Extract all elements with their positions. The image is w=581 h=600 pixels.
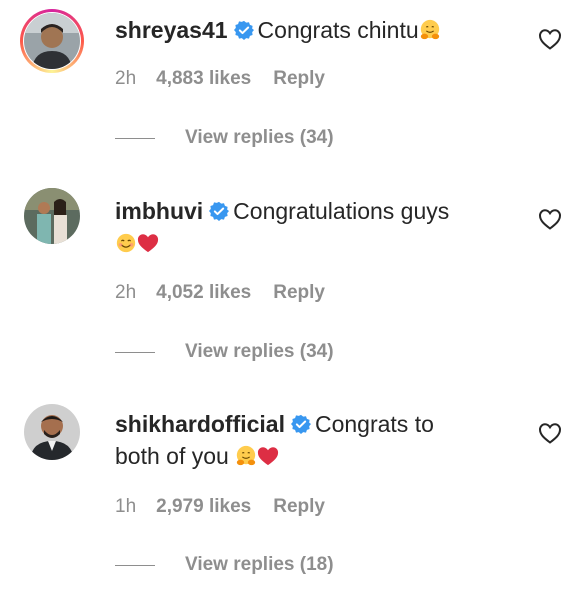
reply-button[interactable]: Reply xyxy=(273,282,325,303)
avatar[interactable] xyxy=(24,404,80,460)
verified-badge-icon xyxy=(290,414,311,434)
like-heart-icon[interactable] xyxy=(538,28,562,50)
red-heart-emoji-icon xyxy=(137,234,159,253)
comment-time: 1h xyxy=(115,496,137,517)
comment-username[interactable]: imbhuvi xyxy=(115,198,203,224)
comment-username[interactable]: shikhardofficial xyxy=(115,411,285,437)
verified-badge-icon xyxy=(233,20,254,40)
avatar[interactable] xyxy=(24,188,80,244)
comment-meta: 2h 4,883 likes Reply xyxy=(115,68,325,90)
comment-text: Congratulations guys xyxy=(233,198,450,224)
like-heart-icon[interactable] xyxy=(538,208,562,230)
comment-text: Congrats chintu xyxy=(257,17,419,43)
comment-text: Congrats to xyxy=(314,411,434,437)
like-heart-icon[interactable] xyxy=(538,422,562,444)
view-replies-label[interactable]: View replies (18) xyxy=(185,554,334,576)
view-replies-label[interactable]: View replies (34) xyxy=(185,341,334,363)
story-ring[interactable] xyxy=(20,9,84,73)
divider xyxy=(115,351,155,353)
comment-meta: 2h 4,052 likes Reply xyxy=(115,282,325,304)
view-replies-label[interactable]: View replies (34) xyxy=(185,127,334,149)
comment-text-continued: both of you xyxy=(115,443,229,469)
reply-button[interactable]: Reply xyxy=(273,68,325,89)
reply-button[interactable]: Reply xyxy=(273,496,325,517)
view-replies-button[interactable]: View replies (34) xyxy=(115,127,334,149)
likes-count[interactable]: 4,052 likes xyxy=(156,282,251,303)
divider xyxy=(115,137,155,139)
avatar[interactable] xyxy=(24,13,80,69)
smile-emoji-icon xyxy=(116,233,136,253)
comment-time: 2h xyxy=(115,282,137,303)
hug-emoji-icon xyxy=(420,19,439,40)
hug-emoji-icon xyxy=(237,445,256,466)
view-replies-button[interactable]: View replies (34) xyxy=(115,341,334,363)
verified-badge-icon xyxy=(209,201,230,221)
divider xyxy=(115,564,155,566)
red-heart-emoji-icon xyxy=(258,447,279,466)
comment-time: 2h xyxy=(115,68,137,89)
likes-count[interactable]: 4,883 likes xyxy=(156,68,251,89)
likes-count[interactable]: 2,979 likes xyxy=(156,496,251,517)
comment-meta: 1h 2,979 likes Reply xyxy=(115,496,325,518)
comment-username[interactable]: shreyas41 xyxy=(115,17,228,43)
view-replies-button[interactable]: View replies (18) xyxy=(115,554,334,576)
